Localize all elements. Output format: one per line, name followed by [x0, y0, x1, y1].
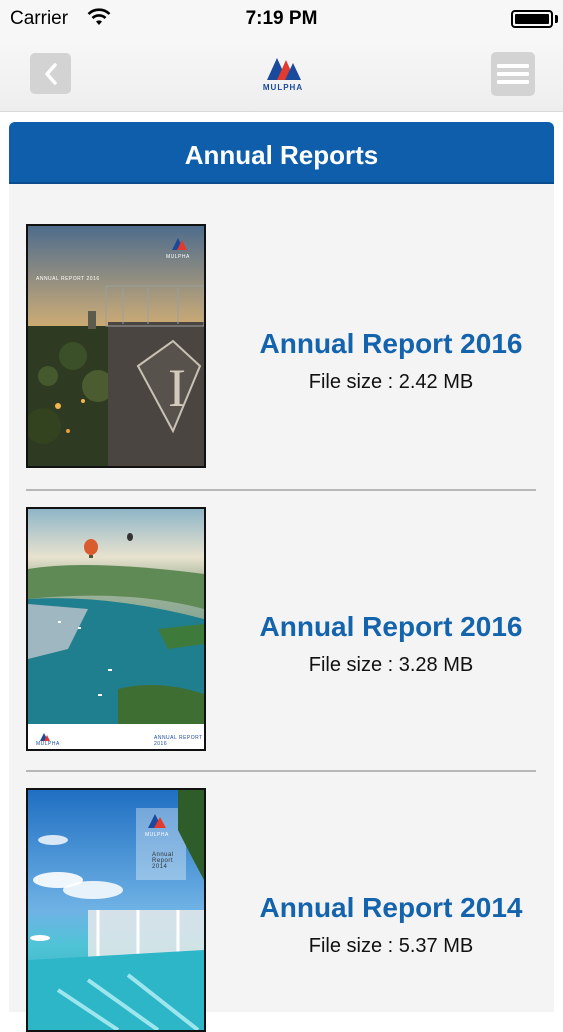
report-cover-image[interactable]: I ANNUAL REPORT 2016 MULPHA: [26, 224, 206, 468]
cover-logo-text: MULPHA: [166, 254, 190, 260]
report-item[interactable]: MULPHA Annual Report 2014 Annual Report …: [26, 788, 536, 1032]
report-title[interactable]: Annual Report 2016: [226, 328, 556, 360]
report-cover-image[interactable]: ANNUAL REPORT 2016 MULPHA: [26, 507, 206, 751]
report-file-size: File size : 5.37 MB: [308, 935, 474, 957]
report-item[interactable]: I ANNUAL REPORT 2016 MULPHA Annual Repor…: [26, 224, 536, 468]
cover-caption: ANNUAL REPORT 2016: [36, 276, 100, 282]
cover-logo-text: MULPHA: [145, 832, 169, 838]
logo-text: MULPHA: [262, 83, 304, 92]
hamburger-menu-icon: [497, 64, 529, 68]
section-header: Annual Reports: [9, 122, 554, 184]
battery-icon: [511, 10, 553, 28]
chevron-left-icon: [44, 62, 57, 85]
battery-tip: [555, 15, 558, 23]
status-bar: Carrier 7:19 PM: [0, 0, 563, 40]
cover-caption: ANNUAL REPORT 2016: [154, 735, 203, 747]
divider: [26, 489, 536, 491]
report-title[interactable]: Annual Report 2014: [226, 892, 556, 924]
divider: [26, 770, 536, 772]
report-item[interactable]: ANNUAL REPORT 2016 MULPHA Annual Report …: [26, 507, 536, 751]
page-title: Annual Reports: [184, 140, 379, 170]
svg-text:I: I: [168, 358, 186, 418]
back-button[interactable]: [30, 53, 71, 94]
cover-logo-text: MULPHA: [36, 741, 60, 747]
report-title[interactable]: Annual Report 2016: [226, 611, 556, 643]
cover-caption: Annual Report 2014: [152, 852, 174, 870]
mulpha-logo: MULPHA: [259, 54, 307, 94]
content-panel: Annual Reports I ANNUAL REPORT 2016 MULP…: [9, 122, 554, 1032]
report-cover-image[interactable]: MULPHA Annual Report 2014: [26, 788, 206, 1032]
navigation-bar: MULPHA: [0, 40, 563, 112]
menu-button[interactable]: [491, 52, 535, 96]
report-file-size: File size : 3.28 MB: [308, 654, 474, 676]
report-file-size: File size : 2.42 MB: [308, 371, 474, 393]
clock: 7:19 PM: [245, 8, 318, 29]
